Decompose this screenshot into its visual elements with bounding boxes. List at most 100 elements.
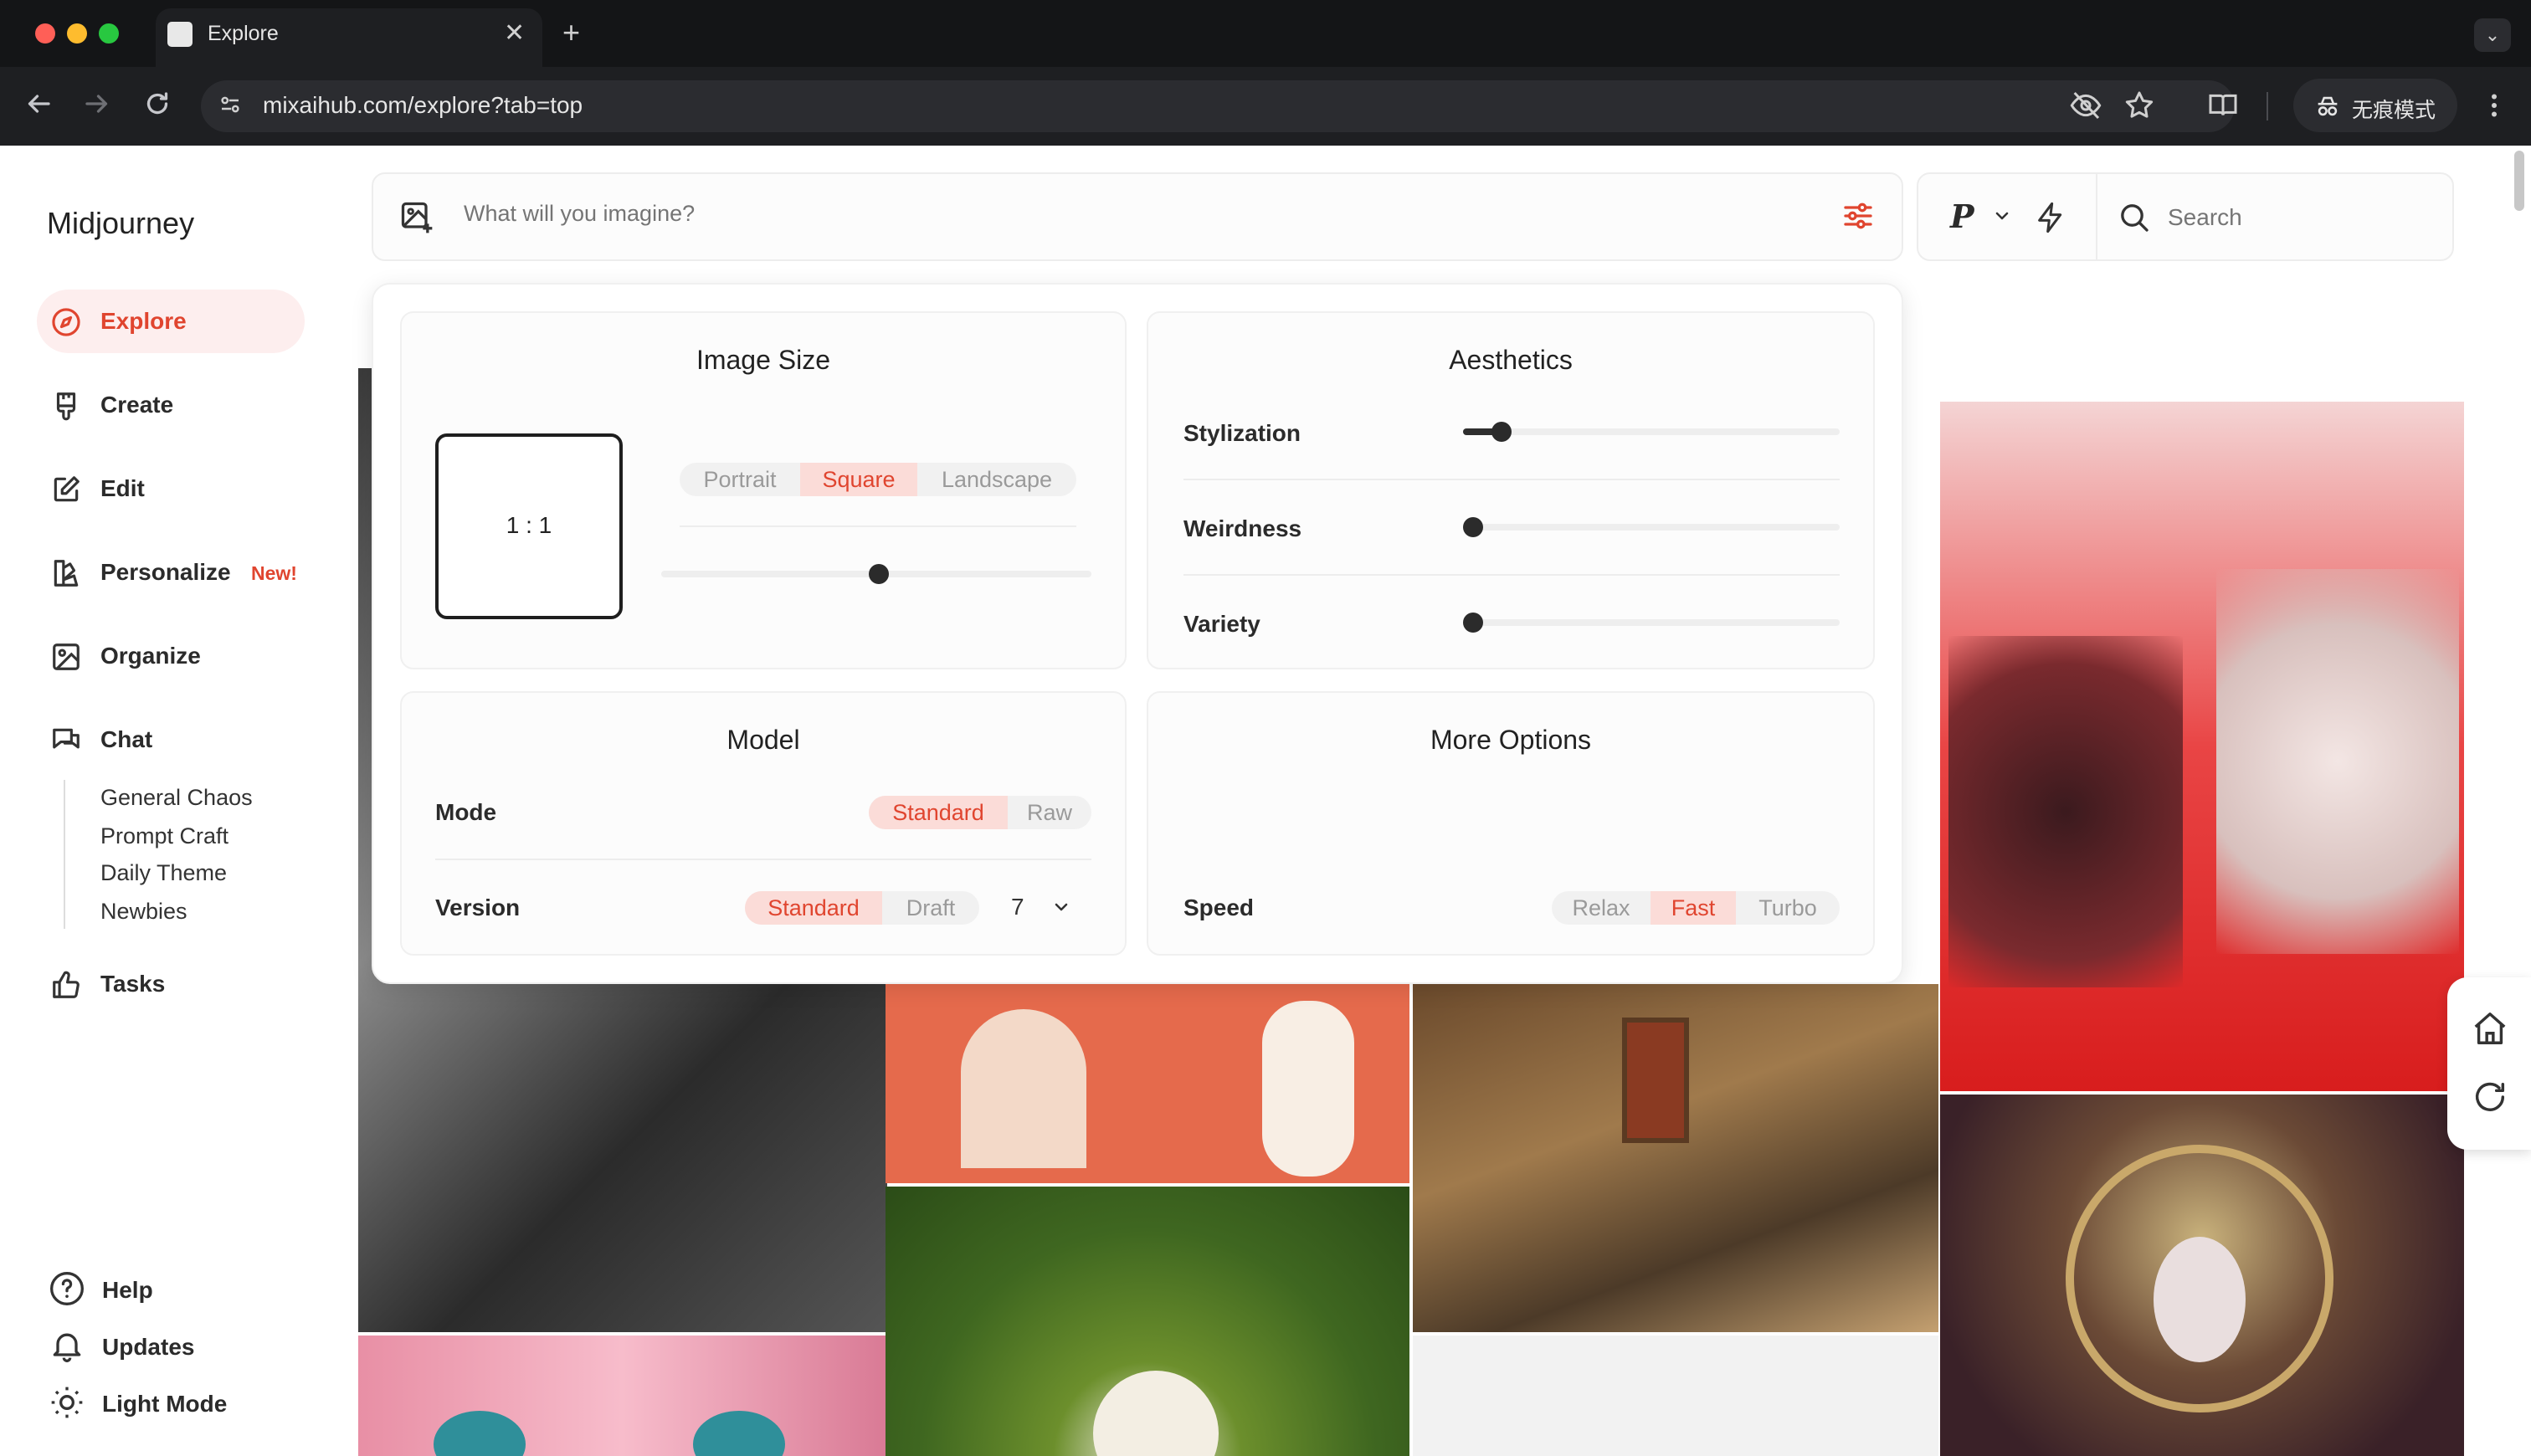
black-leopard-shape (1948, 636, 2183, 987)
thumbs-up-icon (53, 971, 80, 998)
sidebar-item-label: Tasks (100, 971, 166, 997)
chat-room-newbies[interactable]: Newbies (100, 899, 187, 925)
image-size-title: Image Size (696, 345, 831, 375)
add-image-icon[interactable] (398, 199, 435, 236)
reload-icon[interactable] (142, 89, 172, 119)
gallery-image-leopards[interactable] (1940, 402, 2464, 1091)
gallery-image-stone-alley[interactable] (1413, 984, 1938, 1332)
gallery-image-white[interactable] (1413, 1336, 1938, 1456)
mode-standard[interactable]: Standard (869, 796, 1008, 829)
tab-title: Explore (208, 22, 279, 45)
variety-slider-knob[interactable] (1463, 613, 1483, 633)
new-tab-button[interactable]: + (562, 15, 580, 50)
toolbar-divider (2267, 92, 2268, 120)
version-label: Version (435, 895, 521, 920)
prompt-input[interactable] (464, 201, 1803, 227)
weirdness-slider-knob[interactable] (1463, 517, 1483, 537)
brand-title[interactable]: Midjourney (47, 206, 194, 241)
favicon-icon (167, 22, 193, 47)
browser-chrome: Explore ✕ + ⌄ mixaihub.com/explore?tab=t… (0, 0, 2531, 146)
refresh-icon[interactable] (2471, 1078, 2509, 1116)
chat-icon (53, 728, 80, 749)
gallery-image-dandelion[interactable] (886, 1187, 1409, 1456)
more-options-title: More Options (1430, 725, 1592, 755)
speed-relax[interactable]: Relax (1552, 891, 1651, 925)
back-icon[interactable] (23, 89, 54, 119)
sidebar-item-label: Personalize (100, 559, 231, 585)
window-minimize-button[interactable] (67, 23, 87, 44)
arch-shape (961, 1009, 1086, 1168)
dandelion-shape (1093, 1371, 1219, 1456)
bookmark-star-icon[interactable] (2123, 89, 2156, 122)
eye-left-shape (434, 1411, 526, 1456)
paintbrush-icon (56, 392, 76, 421)
compass-icon (52, 308, 80, 336)
site-settings-icon[interactable] (218, 92, 243, 117)
divider (680, 525, 1076, 527)
leaf-shape (1262, 1001, 1354, 1177)
chat-rooms-divider (64, 780, 65, 929)
version-type-standard[interactable]: Standard (745, 891, 882, 925)
version-number-select[interactable]: 7 (1011, 894, 1024, 920)
orientation-landscape[interactable]: Landscape (917, 463, 1076, 496)
sidebar-item-create[interactable]: Create (37, 373, 305, 437)
variety-slider[interactable] (1463, 619, 1840, 626)
personalize-icon (54, 560, 79, 587)
incognito-button[interactable]: 无痕模式 (2293, 79, 2457, 132)
gallery-image-orange-print[interactable] (886, 984, 1409, 1183)
light-mode-label: Light Mode (102, 1391, 228, 1417)
weirdness-slider[interactable] (1463, 524, 1840, 531)
sidebar-item-explore[interactable]: Explore (37, 290, 305, 353)
sidebar-item-chat[interactable]: Chat (37, 708, 305, 772)
sidebar-item-edit[interactable]: Edit (37, 457, 305, 520)
sidebar-item-label: Edit (100, 475, 145, 501)
speed-segmented-control: Relax Fast Turbo (1552, 891, 1840, 925)
image-icon (53, 643, 80, 670)
version-type-draft[interactable]: Draft (882, 891, 979, 925)
reading-mode-icon[interactable] (2206, 89, 2240, 122)
kebab-menu-icon[interactable] (2479, 90, 2509, 120)
chevron-down-icon[interactable] (1992, 206, 2012, 226)
tools-divider (2096, 174, 2097, 259)
orientation-square[interactable]: Square (800, 463, 917, 496)
eye-off-icon[interactable] (2069, 89, 2102, 122)
page-scrollbar[interactable] (2514, 151, 2524, 211)
mode-raw[interactable]: Raw (1008, 796, 1091, 829)
aspect-ratio-slider-knob[interactable] (869, 564, 889, 584)
gallery-image-golden-halo[interactable] (1940, 1095, 2464, 1456)
aesthetics-title: Aesthetics (1449, 345, 1573, 375)
tab-search-button[interactable]: ⌄ (2474, 18, 2511, 52)
home-icon[interactable] (2471, 1009, 2509, 1048)
search-icon (2121, 204, 2149, 232)
chat-room-daily-theme[interactable]: Daily Theme (100, 860, 227, 886)
sidebar-item-organize[interactable]: Organize (37, 624, 305, 688)
tab-close-icon[interactable]: ✕ (504, 18, 525, 48)
snow-leopard-shape (2216, 569, 2459, 954)
bolt-icon[interactable] (2034, 199, 2067, 236)
settings-sliders-icon[interactable] (1841, 199, 1875, 233)
stylization-slider[interactable] (1463, 428, 1840, 435)
orientation-portrait[interactable]: Portrait (680, 463, 800, 496)
forward-icon[interactable] (82, 89, 112, 119)
speed-turbo[interactable]: Turbo (1736, 891, 1840, 925)
search-input[interactable] (2168, 204, 2419, 231)
chat-room-prompt-craft[interactable]: Prompt Craft (100, 823, 228, 849)
face-shape (2154, 1237, 2246, 1362)
url-text[interactable]: mixaihub.com/explore?tab=top (263, 92, 583, 119)
chevron-down-icon[interactable] (1051, 897, 1071, 917)
aspect-ratio-preview[interactable]: 1 : 1 (435, 433, 623, 619)
window-zoom-button[interactable] (99, 23, 119, 44)
updates-label: Updates (102, 1334, 195, 1360)
weirdness-label: Weirdness (1183, 515, 1302, 541)
window-close-button[interactable] (35, 23, 55, 44)
chat-room-general-chaos[interactable]: General Chaos (100, 785, 253, 811)
personalize-toggle[interactable]: P (1950, 197, 1974, 235)
gallery-image-anime-eyes[interactable] (358, 1336, 887, 1456)
sidebar-item-tasks[interactable]: Tasks (37, 952, 305, 1016)
stylization-slider-knob[interactable] (1491, 422, 1512, 442)
incognito-label: 无痕模式 (2352, 99, 2436, 122)
sidebar-item-label: Organize (100, 643, 201, 669)
speed-fast[interactable]: Fast (1651, 891, 1736, 925)
sidebar-item-label: Explore (100, 308, 187, 334)
sidebar-item-label: Chat (100, 726, 153, 752)
